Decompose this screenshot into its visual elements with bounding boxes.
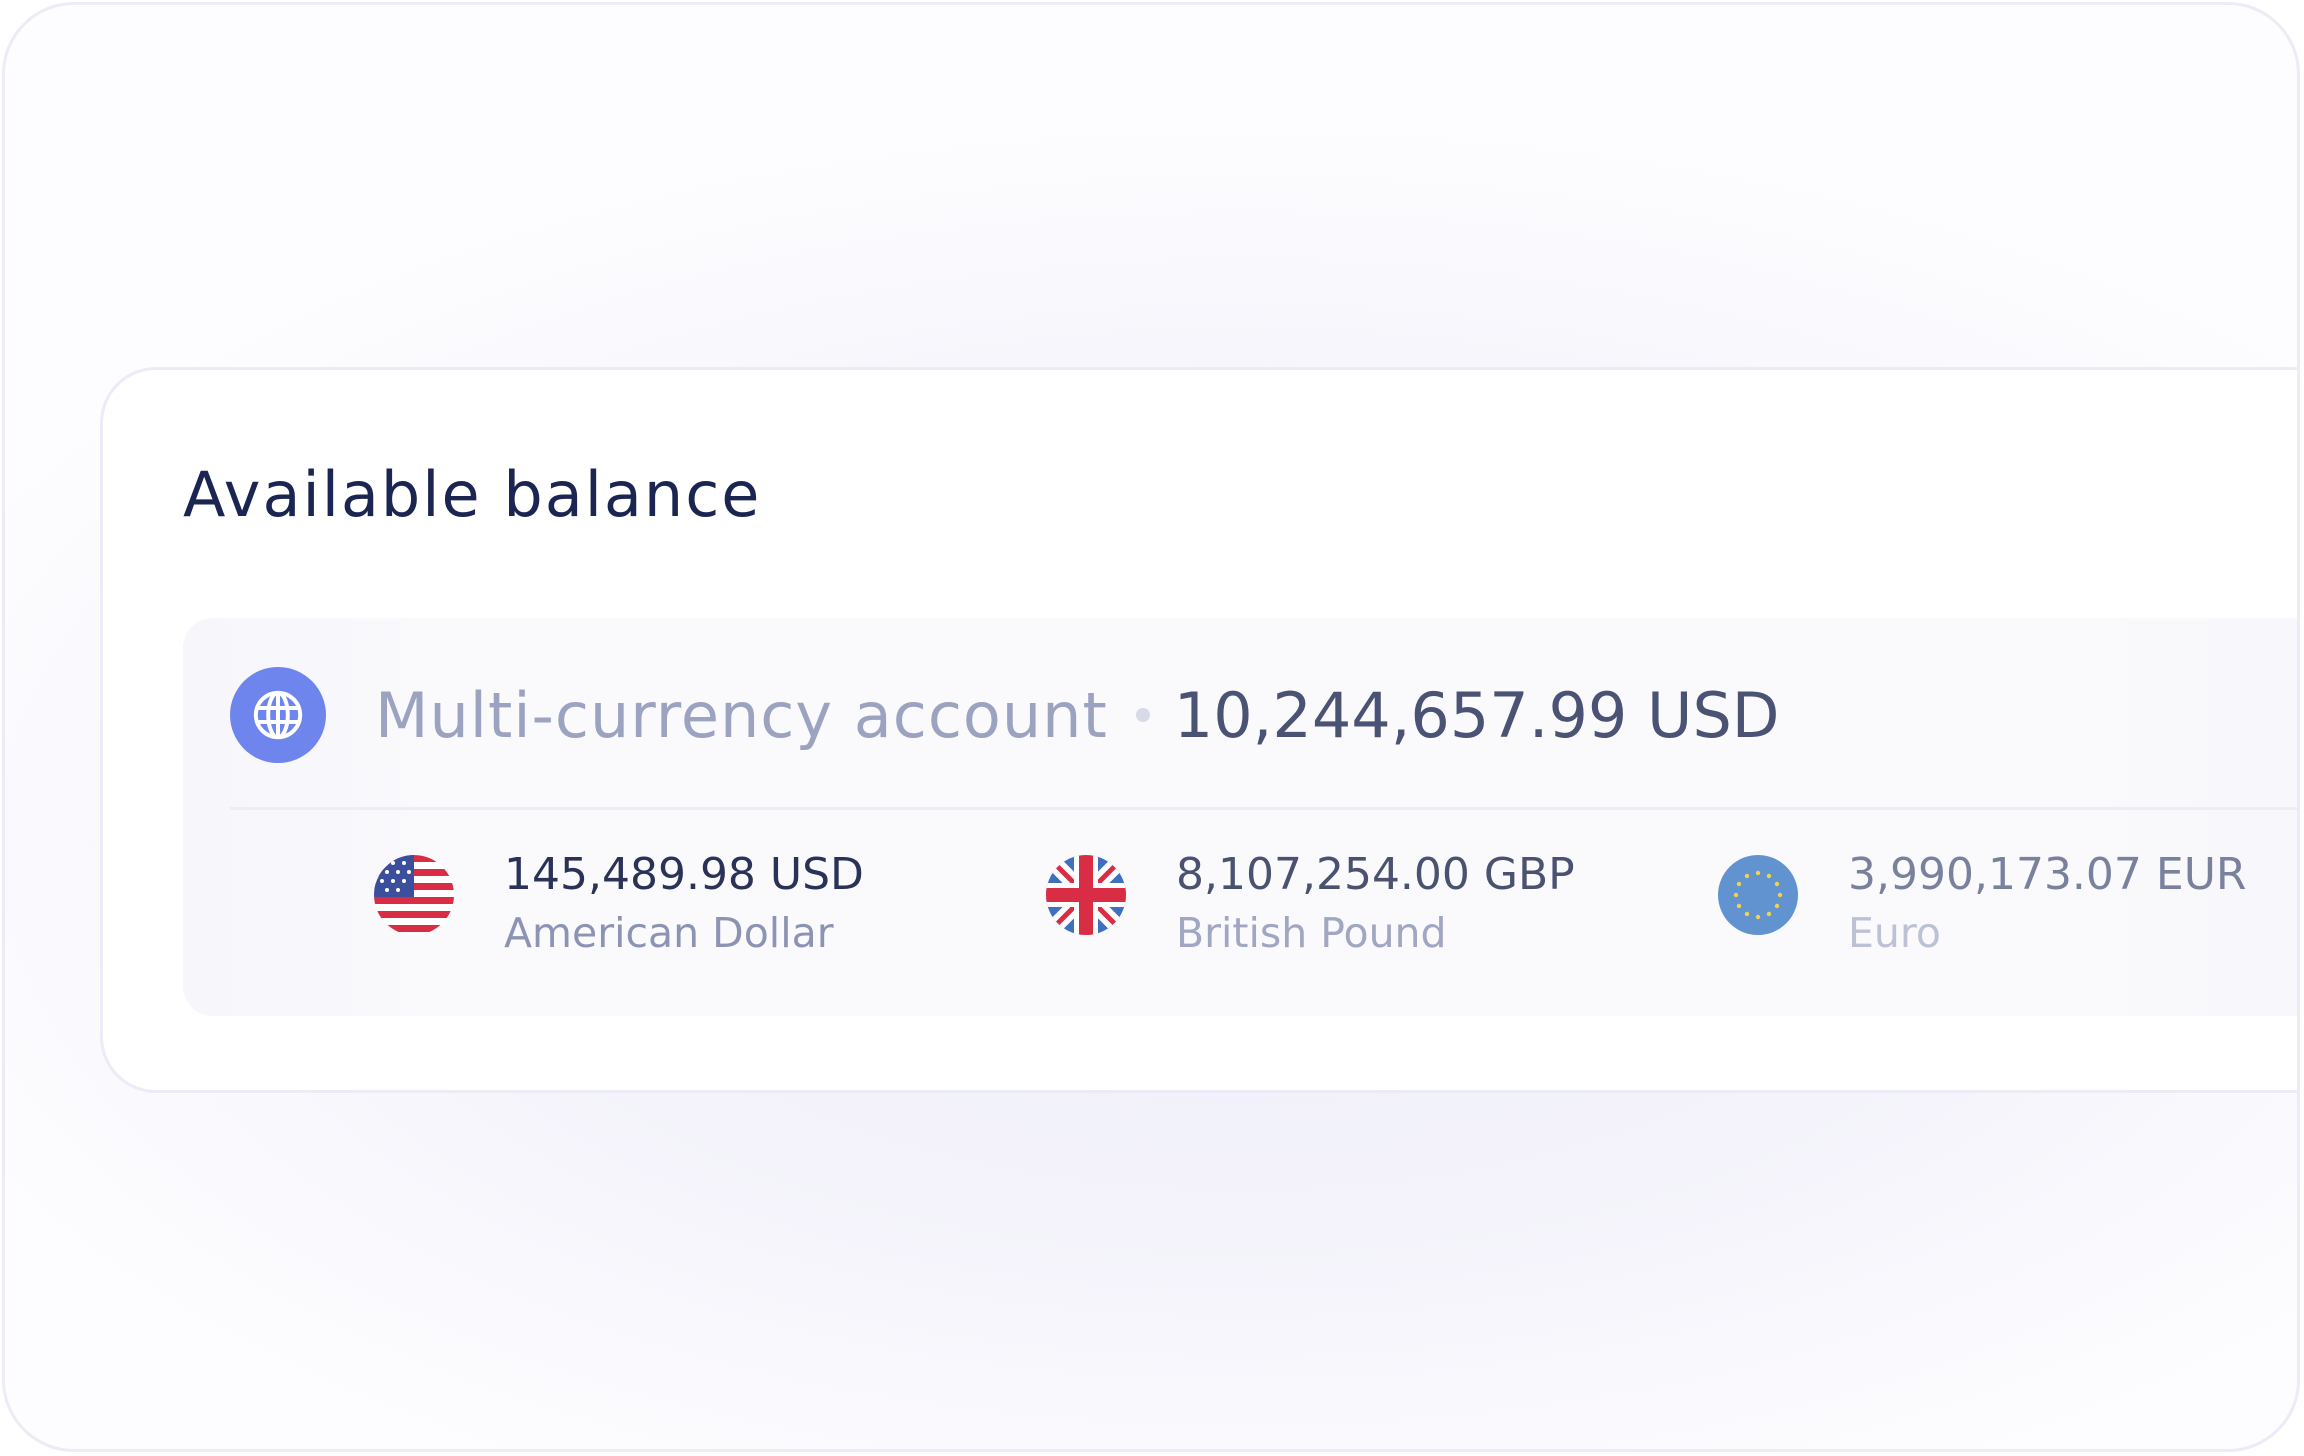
account-summary: Multi-currency account 10,244,657.99 USD <box>375 670 1780 760</box>
eu-flag-icon <box>1718 855 1798 935</box>
uk-flag-icon <box>1046 855 1126 935</box>
currency-name: American Dollar <box>504 909 834 957</box>
outer-frame: Available balance Multi-currency account… <box>2 2 2300 1452</box>
currency-amount: 145,489.98 USD <box>504 849 864 900</box>
currency-amount: 3,990,173.07 EUR <box>1848 849 2247 900</box>
account-name: Multi-currency account <box>375 678 1108 752</box>
currency-item-eur[interactable]: 3,990,173.07 EUR Euro <box>1718 845 2297 975</box>
currency-amount: 8,107,254.00 GBP <box>1176 849 1575 900</box>
currency-item-gbp[interactable]: 8,107,254.00 GBP British Pound <box>1046 845 1626 975</box>
globe-icon <box>230 667 326 763</box>
currency-item-usd[interactable]: 145,489.98 USD American Dollar <box>374 845 934 975</box>
currency-name: Euro <box>1848 909 1941 957</box>
divider <box>230 807 2297 810</box>
account-total: 10,244,657.99 USD <box>1173 678 1780 752</box>
account-panel[interactable]: Multi-currency account 10,244,657.99 USD <box>183 618 2297 1016</box>
card-title: Available balance <box>183 458 762 531</box>
us-flag-icon <box>374 855 454 935</box>
balance-card: Available balance Multi-currency account… <box>100 367 2297 1093</box>
currency-name: British Pound <box>1176 909 1447 957</box>
separator-dot <box>1135 708 1150 722</box>
